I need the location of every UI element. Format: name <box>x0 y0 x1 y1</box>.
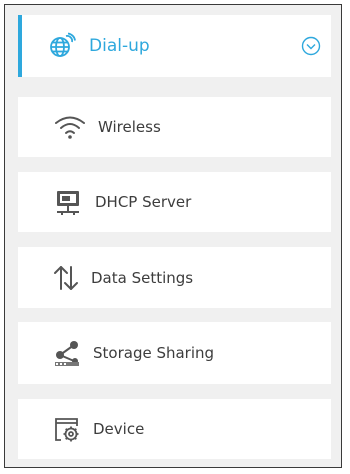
globe-icon <box>48 32 76 60</box>
wifi-icon <box>53 114 87 140</box>
menu-item-data-settings[interactable]: Data Settings <box>18 247 331 308</box>
menu-item-dial-up[interactable]: Dial-up <box>18 15 331 77</box>
navigation-panel: Dial-up Wireless DHCP Server Data Settin… <box>4 4 342 468</box>
menu-item-storage-sharing[interactable]: Storage Sharing <box>18 322 331 384</box>
dhcp-server-icon <box>53 188 83 216</box>
menu-item-label: DHCP Server <box>95 193 192 211</box>
menu-item-dhcp-server[interactable]: DHCP Server <box>18 172 331 232</box>
share-icon <box>53 339 81 367</box>
menu-item-label: Storage Sharing <box>93 344 215 362</box>
menu-item-wireless[interactable]: Wireless <box>18 97 331 157</box>
data-transfer-icon <box>53 264 79 292</box>
menu-item-label: Wireless <box>98 118 161 136</box>
menu-item-label: Data Settings <box>91 268 194 287</box>
chevron-down-icon[interactable] <box>301 36 321 56</box>
device-gear-icon <box>53 415 81 443</box>
menu-item-device[interactable]: Device <box>18 399 331 459</box>
menu-item-label: Device <box>93 420 145 438</box>
menu-item-label: Dial-up <box>89 36 150 56</box>
